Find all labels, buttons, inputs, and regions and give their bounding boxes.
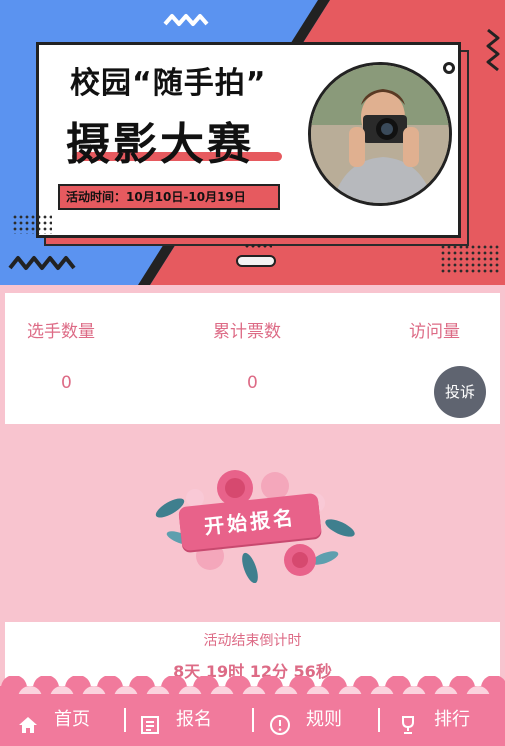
nav-divider xyxy=(378,708,380,732)
stat-label-votes: 累计票数 xyxy=(213,322,281,342)
home-icon xyxy=(16,708,40,733)
stats-panel: 选手数量 累计票数 访问量 0 0 xyxy=(5,293,500,424)
complain-button[interactable]: 投诉 xyxy=(434,366,486,418)
stat-label-visits: 访问量 xyxy=(409,322,460,342)
nav-item-signup[interactable]: 报名 xyxy=(138,694,212,746)
nav-scallop xyxy=(0,676,505,696)
decorative-dots-right xyxy=(440,244,500,274)
stat-value-contestants: 0 xyxy=(61,373,72,393)
nav-label-home: 首页 xyxy=(54,709,90,730)
decorative-pill xyxy=(236,255,276,267)
nav-divider xyxy=(124,708,126,732)
nav-label-ranking: 排行 xyxy=(434,709,470,730)
stat-value-votes: 0 xyxy=(247,373,258,393)
contest-banner: 校园“随手拍” 摄影大赛 活动时间：10月10日-10月19日 xyxy=(0,0,505,285)
nav-item-home[interactable]: 首页 xyxy=(16,694,90,746)
bottom-nav: 首页 报名 规则 排行 xyxy=(0,694,505,746)
signup-icon xyxy=(138,708,162,734)
decorative-dots xyxy=(244,243,272,249)
trophy-icon xyxy=(396,708,420,734)
photographer-photo xyxy=(308,62,452,206)
nav-item-ranking[interactable]: 排行 xyxy=(396,694,470,746)
nav-divider xyxy=(252,708,254,732)
nav-label-rules: 规则 xyxy=(306,709,342,730)
event-date: 活动时间：10月10日-10月19日 xyxy=(58,184,280,210)
banner-title-line2: 摄影大赛 xyxy=(66,119,254,170)
decorative-dots-left xyxy=(12,214,52,234)
decorative-ring xyxy=(443,62,455,74)
countdown-title: 活动结束倒计时 xyxy=(203,633,302,649)
nav-label-signup: 报名 xyxy=(176,709,212,730)
banner-title-line1: 校园“随手拍” xyxy=(70,66,267,101)
nav-item-rules[interactable]: 规则 xyxy=(268,694,342,746)
stat-label-contestants: 选手数量 xyxy=(27,322,95,342)
info-icon xyxy=(268,708,292,735)
